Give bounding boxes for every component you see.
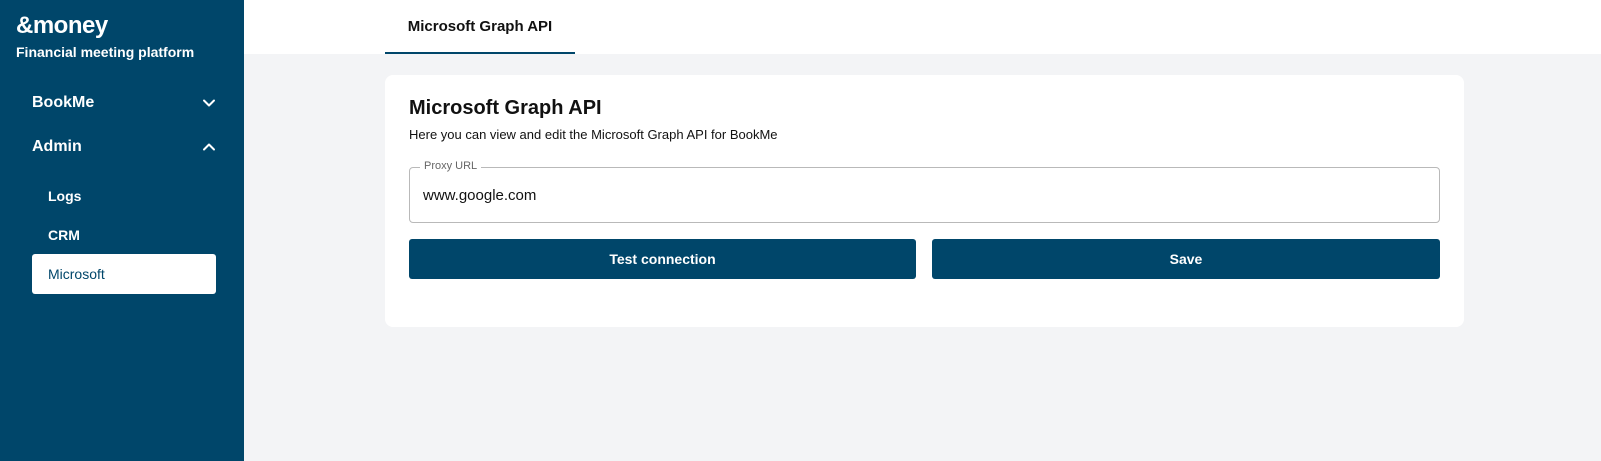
sidebar-item-label: Logs — [48, 188, 82, 204]
test-connection-button[interactable]: Test connection — [409, 239, 916, 279]
sidebar-item-label: Microsoft — [48, 266, 105, 282]
card-description: Here you can view and edit the Microsoft… — [409, 127, 778, 142]
brand: &money Financial meeting platform — [16, 12, 194, 60]
sidebar-item-crm[interactable]: CRM — [32, 215, 216, 255]
chevron-up-icon — [203, 143, 215, 151]
sidebar-group-admin[interactable]: Admin — [32, 133, 216, 161]
proxy-url-field: Proxy URL — [409, 160, 1440, 223]
sidebar: &money Financial meeting platform BookMe… — [0, 0, 244, 461]
card-title: Microsoft Graph API — [409, 97, 602, 119]
tab-bar: Microsoft Graph API — [244, 0, 1601, 54]
sidebar-item-label: CRM — [48, 227, 80, 243]
chevron-down-icon — [203, 99, 215, 107]
sidebar-item-logs[interactable]: Logs — [32, 176, 216, 216]
sidebar-group-label: BookMe — [32, 94, 95, 111]
sidebar-group-bookme[interactable]: BookMe — [32, 89, 216, 117]
settings-card: Microsoft Graph API Here you can view an… — [385, 75, 1464, 327]
sidebar-group-label: Admin — [32, 138, 82, 155]
brand-logo: &money — [16, 12, 108, 39]
save-button[interactable]: Save — [932, 239, 1440, 279]
proxy-url-input[interactable] — [423, 168, 1423, 222]
tab-microsoft-graph-api[interactable]: Microsoft Graph API — [385, 0, 575, 54]
sidebar-item-microsoft[interactable]: Microsoft — [32, 254, 216, 294]
brand-tagline: Financial meeting platform — [16, 44, 195, 60]
